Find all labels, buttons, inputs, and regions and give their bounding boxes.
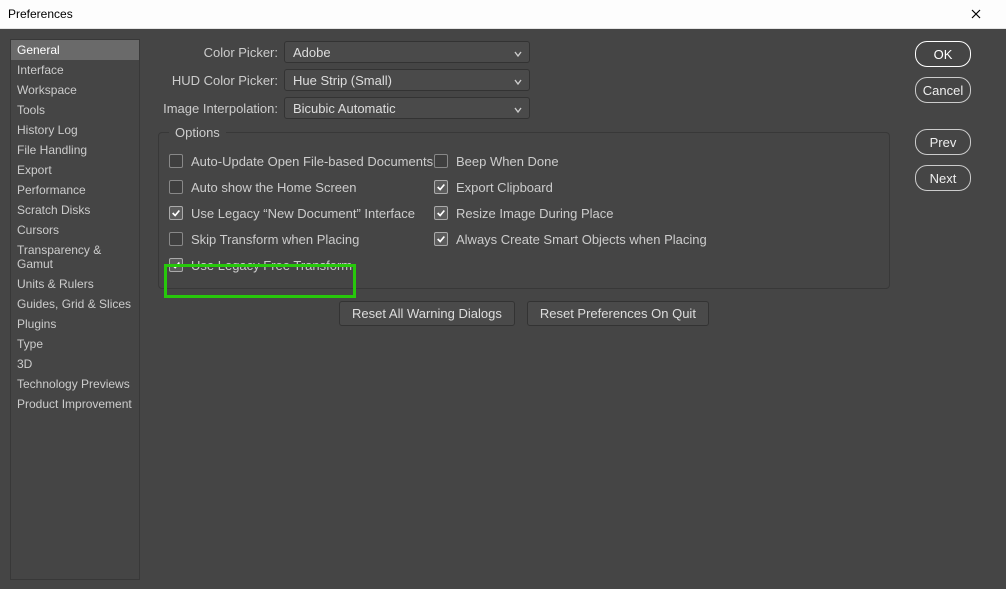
hud-color-picker-select[interactable]: Hue Strip (Small)	[284, 69, 530, 91]
close-button[interactable]	[954, 0, 998, 28]
option-label: Use Legacy “New Document” Interface	[191, 206, 415, 221]
sidebar-item-workspace[interactable]: Workspace	[11, 80, 139, 100]
option-left-0[interactable]: Auto-Update Open File-based Documents	[169, 148, 434, 174]
cancel-button[interactable]: Cancel	[915, 77, 971, 103]
preferences-dialog: Preferences GeneralInterfaceWorkspaceToo…	[0, 0, 1006, 589]
main-panel: Color Picker: Adobe HUD Color Picker: Hu…	[140, 29, 898, 589]
option-label: Auto show the Home Screen	[191, 180, 356, 195]
sidebar: GeneralInterfaceWorkspaceToolsHistory Lo…	[10, 39, 140, 580]
option-label: Auto-Update Open File-based Documents	[191, 154, 433, 169]
color-picker-select[interactable]: Adobe	[284, 41, 530, 63]
prev-button[interactable]: Prev	[915, 129, 971, 155]
checkbox-icon	[169, 258, 183, 272]
color-picker-value: Adobe	[293, 45, 331, 60]
option-right-0[interactable]: Beep When Done	[434, 148, 879, 174]
checkbox-icon	[169, 206, 183, 220]
option-label: Resize Image During Place	[456, 206, 614, 221]
sidebar-item-3d[interactable]: 3D	[11, 354, 139, 374]
sidebar-item-performance[interactable]: Performance	[11, 180, 139, 200]
chevron-down-icon	[513, 75, 523, 90]
reset-preferences-on-quit-button[interactable]: Reset Preferences On Quit	[527, 301, 709, 326]
option-label: Export Clipboard	[456, 180, 553, 195]
sidebar-item-history-log[interactable]: History Log	[11, 120, 139, 140]
titlebar: Preferences	[0, 0, 1006, 29]
image-interpolation-value: Bicubic Automatic	[293, 101, 396, 116]
checkbox-icon	[169, 232, 183, 246]
checkbox-icon	[434, 180, 448, 194]
option-left-3[interactable]: Skip Transform when Placing	[169, 226, 434, 252]
option-label: Beep When Done	[456, 154, 559, 169]
sidebar-item-type[interactable]: Type	[11, 334, 139, 354]
checkbox-icon	[434, 154, 448, 168]
reset-warning-dialogs-button[interactable]: Reset All Warning Dialogs	[339, 301, 515, 326]
options-legend: Options	[169, 125, 226, 140]
sidebar-item-cursors[interactable]: Cursors	[11, 220, 139, 240]
option-label: Skip Transform when Placing	[191, 232, 359, 247]
sidebar-item-technology-previews[interactable]: Technology Previews	[11, 374, 139, 394]
sidebar-item-transparency-gamut[interactable]: Transparency & Gamut	[11, 240, 139, 274]
checkbox-icon	[434, 206, 448, 220]
image-interpolation-select[interactable]: Bicubic Automatic	[284, 97, 530, 119]
chevron-down-icon	[513, 103, 523, 118]
sidebar-item-file-handling[interactable]: File Handling	[11, 140, 139, 160]
window-title: Preferences	[8, 7, 73, 21]
option-label: Always Create Smart Objects when Placing	[456, 232, 707, 247]
dialog-button-column: OK Cancel Prev Next	[898, 29, 1006, 589]
sidebar-item-export[interactable]: Export	[11, 160, 139, 180]
sidebar-item-units-rulers[interactable]: Units & Rulers	[11, 274, 139, 294]
next-button[interactable]: Next	[915, 165, 971, 191]
option-right-2[interactable]: Resize Image During Place	[434, 200, 879, 226]
checkbox-icon	[169, 180, 183, 194]
checkbox-icon	[169, 154, 183, 168]
sidebar-item-product-improvement[interactable]: Product Improvement	[11, 394, 139, 414]
option-left-4[interactable]: Use Legacy Free Transform	[169, 252, 434, 278]
hud-color-picker-label: HUD Color Picker:	[158, 73, 278, 88]
option-left-2[interactable]: Use Legacy “New Document” Interface	[169, 200, 434, 226]
sidebar-item-interface[interactable]: Interface	[11, 60, 139, 80]
options-group: Options Auto-Update Open File-based Docu…	[158, 125, 890, 289]
option-left-1[interactable]: Auto show the Home Screen	[169, 174, 434, 200]
chevron-down-icon	[513, 47, 523, 62]
sidebar-item-scratch-disks[interactable]: Scratch Disks	[11, 200, 139, 220]
sidebar-item-general[interactable]: General	[11, 40, 139, 60]
sidebar-item-tools[interactable]: Tools	[11, 100, 139, 120]
checkbox-icon	[434, 232, 448, 246]
hud-color-picker-value: Hue Strip (Small)	[293, 73, 392, 88]
image-interpolation-label: Image Interpolation:	[158, 101, 278, 116]
ok-button[interactable]: OK	[915, 41, 971, 67]
option-right-1[interactable]: Export Clipboard	[434, 174, 879, 200]
color-picker-label: Color Picker:	[158, 45, 278, 60]
option-right-3[interactable]: Always Create Smart Objects when Placing	[434, 226, 879, 252]
close-icon	[971, 9, 981, 19]
sidebar-item-plugins[interactable]: Plugins	[11, 314, 139, 334]
option-label: Use Legacy Free Transform	[191, 258, 352, 273]
sidebar-item-guides-grid-slices[interactable]: Guides, Grid & Slices	[11, 294, 139, 314]
